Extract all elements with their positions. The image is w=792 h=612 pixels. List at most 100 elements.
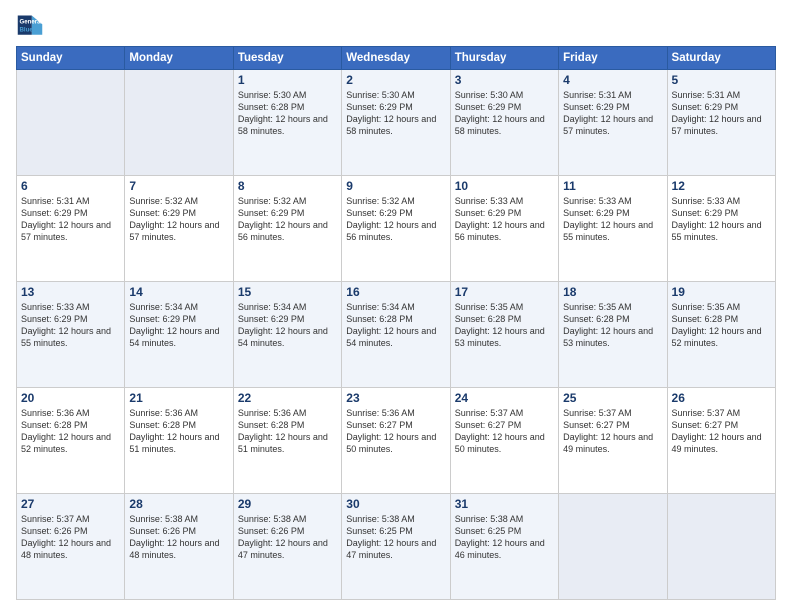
day-number: 31 bbox=[455, 497, 554, 511]
calendar-table: SundayMondayTuesdayWednesdayThursdayFrid… bbox=[16, 46, 776, 600]
day-number: 24 bbox=[455, 391, 554, 405]
day-info: Sunrise: 5:38 AM Sunset: 6:25 PM Dayligh… bbox=[346, 513, 445, 562]
day-info: Sunrise: 5:37 AM Sunset: 6:27 PM Dayligh… bbox=[672, 407, 771, 456]
day-info: Sunrise: 5:30 AM Sunset: 6:28 PM Dayligh… bbox=[238, 89, 337, 138]
day-info: Sunrise: 5:36 AM Sunset: 6:28 PM Dayligh… bbox=[238, 407, 337, 456]
day-number: 30 bbox=[346, 497, 445, 511]
day-info: Sunrise: 5:33 AM Sunset: 6:29 PM Dayligh… bbox=[21, 301, 120, 350]
day-info: Sunrise: 5:30 AM Sunset: 6:29 PM Dayligh… bbox=[346, 89, 445, 138]
day-number: 11 bbox=[563, 179, 662, 193]
calendar-cell: 10 Sunrise: 5:33 AM Sunset: 6:29 PM Dayli… bbox=[450, 176, 558, 282]
day-number: 25 bbox=[563, 391, 662, 405]
day-info: Sunrise: 5:38 AM Sunset: 6:26 PM Dayligh… bbox=[129, 513, 228, 562]
calendar-week-row: 20 Sunrise: 5:36 AM Sunset: 6:28 PM Dayli… bbox=[17, 388, 776, 494]
weekday-header: Monday bbox=[125, 47, 233, 70]
day-number: 27 bbox=[21, 497, 120, 511]
calendar-cell bbox=[17, 70, 125, 176]
day-number: 14 bbox=[129, 285, 228, 299]
calendar-cell: 1 Sunrise: 5:30 AM Sunset: 6:28 PM Daylig… bbox=[233, 70, 341, 176]
calendar-week-row: 6 Sunrise: 5:31 AM Sunset: 6:29 PM Daylig… bbox=[17, 176, 776, 282]
day-info: Sunrise: 5:36 AM Sunset: 6:27 PM Dayligh… bbox=[346, 407, 445, 456]
day-number: 26 bbox=[672, 391, 771, 405]
day-number: 4 bbox=[563, 73, 662, 87]
calendar-cell bbox=[667, 494, 775, 600]
calendar-cell: 22 Sunrise: 5:36 AM Sunset: 6:28 PM Dayli… bbox=[233, 388, 341, 494]
day-info: Sunrise: 5:34 AM Sunset: 6:29 PM Dayligh… bbox=[238, 301, 337, 350]
header: General Blue bbox=[16, 12, 776, 40]
day-info: Sunrise: 5:38 AM Sunset: 6:25 PM Dayligh… bbox=[455, 513, 554, 562]
day-info: Sunrise: 5:32 AM Sunset: 6:29 PM Dayligh… bbox=[129, 195, 228, 244]
calendar-cell: 17Sunrise: 5:35 AM Sunset: 6:28 PM Dayli… bbox=[450, 282, 558, 388]
day-info: Sunrise: 5:36 AM Sunset: 6:28 PM Dayligh… bbox=[129, 407, 228, 456]
calendar-cell: 20 Sunrise: 5:36 AM Sunset: 6:28 PM Dayli… bbox=[17, 388, 125, 494]
calendar-cell: 7 Sunrise: 5:32 AM Sunset: 6:29 PM Daylig… bbox=[125, 176, 233, 282]
day-number: 7 bbox=[129, 179, 228, 193]
day-number: 23 bbox=[346, 391, 445, 405]
day-number: 22 bbox=[238, 391, 337, 405]
calendar-week-row: 1 Sunrise: 5:30 AM Sunset: 6:28 PM Daylig… bbox=[17, 70, 776, 176]
page: General Blue SundayMondayTuesdayWednesda… bbox=[0, 0, 792, 612]
calendar-cell bbox=[125, 70, 233, 176]
day-info: Sunrise: 5:37 AM Sunset: 6:26 PM Dayligh… bbox=[21, 513, 120, 562]
weekday-header: Friday bbox=[559, 47, 667, 70]
weekday-header: Tuesday bbox=[233, 47, 341, 70]
calendar-cell: 15 Sunrise: 5:34 AM Sunset: 6:29 PM Dayli… bbox=[233, 282, 341, 388]
weekday-header: Saturday bbox=[667, 47, 775, 70]
day-info: Sunrise: 5:32 AM Sunset: 6:29 PM Dayligh… bbox=[238, 195, 337, 244]
day-number: 12 bbox=[672, 179, 771, 193]
calendar-cell: 9 Sunrise: 5:32 AM Sunset: 6:29 PM Daylig… bbox=[342, 176, 450, 282]
day-info: Sunrise: 5:37 AM Sunset: 6:27 PM Dayligh… bbox=[455, 407, 554, 456]
calendar-cell: 31 Sunrise: 5:38 AM Sunset: 6:25 PM Dayli… bbox=[450, 494, 558, 600]
day-info: Sunrise: 5:31 AM Sunset: 6:29 PM Dayligh… bbox=[21, 195, 120, 244]
calendar-cell: 12Sunrise: 5:33 AM Sunset: 6:29 PM Dayli… bbox=[667, 176, 775, 282]
weekday-header: Wednesday bbox=[342, 47, 450, 70]
day-number: 28 bbox=[129, 497, 228, 511]
logo-icon: General Blue bbox=[16, 12, 44, 40]
day-number: 20 bbox=[21, 391, 120, 405]
calendar-week-row: 13 Sunrise: 5:33 AM Sunset: 6:29 PM Dayli… bbox=[17, 282, 776, 388]
day-number: 3 bbox=[455, 73, 554, 87]
calendar-cell: 28 Sunrise: 5:38 AM Sunset: 6:26 PM Dayli… bbox=[125, 494, 233, 600]
day-number: 8 bbox=[238, 179, 337, 193]
calendar-cell bbox=[559, 494, 667, 600]
calendar-cell: 21Sunrise: 5:36 AM Sunset: 6:28 PM Dayli… bbox=[125, 388, 233, 494]
day-number: 15 bbox=[238, 285, 337, 299]
day-info: Sunrise: 5:38 AM Sunset: 6:26 PM Dayligh… bbox=[238, 513, 337, 562]
weekday-header: Sunday bbox=[17, 47, 125, 70]
day-info: Sunrise: 5:35 AM Sunset: 6:28 PM Dayligh… bbox=[455, 301, 554, 350]
day-info: Sunrise: 5:34 AM Sunset: 6:29 PM Dayligh… bbox=[129, 301, 228, 350]
calendar-cell: 27 Sunrise: 5:37 AM Sunset: 6:26 PM Dayli… bbox=[17, 494, 125, 600]
weekday-header: Thursday bbox=[450, 47, 558, 70]
day-info: Sunrise: 5:31 AM Sunset: 6:29 PM Dayligh… bbox=[563, 89, 662, 138]
day-info: Sunrise: 5:35 AM Sunset: 6:28 PM Dayligh… bbox=[563, 301, 662, 350]
day-number: 13 bbox=[21, 285, 120, 299]
day-info: Sunrise: 5:33 AM Sunset: 6:29 PM Dayligh… bbox=[455, 195, 554, 244]
calendar-cell: 18Sunrise: 5:35 AM Sunset: 6:28 PM Dayli… bbox=[559, 282, 667, 388]
calendar-cell: 25 Sunrise: 5:37 AM Sunset: 6:27 PM Dayli… bbox=[559, 388, 667, 494]
logo: General Blue bbox=[16, 12, 44, 40]
calendar-cell: 5 Sunrise: 5:31 AM Sunset: 6:29 PM Daylig… bbox=[667, 70, 775, 176]
calendar-cell: 11 Sunrise: 5:33 AM Sunset: 6:29 PM Dayli… bbox=[559, 176, 667, 282]
calendar-cell: 23 Sunrise: 5:36 AM Sunset: 6:27 PM Dayli… bbox=[342, 388, 450, 494]
day-info: Sunrise: 5:33 AM Sunset: 6:29 PM Dayligh… bbox=[563, 195, 662, 244]
calendar-cell: 6 Sunrise: 5:31 AM Sunset: 6:29 PM Daylig… bbox=[17, 176, 125, 282]
calendar-cell: 24 Sunrise: 5:37 AM Sunset: 6:27 PM Dayli… bbox=[450, 388, 558, 494]
calendar-cell: 2 Sunrise: 5:30 AM Sunset: 6:29 PM Daylig… bbox=[342, 70, 450, 176]
day-info: Sunrise: 5:31 AM Sunset: 6:29 PM Dayligh… bbox=[672, 89, 771, 138]
svg-text:Blue: Blue bbox=[20, 26, 34, 33]
day-number: 2 bbox=[346, 73, 445, 87]
weekday-header-row: SundayMondayTuesdayWednesdayThursdayFrid… bbox=[17, 47, 776, 70]
day-number: 9 bbox=[346, 179, 445, 193]
calendar-cell: 13 Sunrise: 5:33 AM Sunset: 6:29 PM Dayli… bbox=[17, 282, 125, 388]
day-number: 10 bbox=[455, 179, 554, 193]
day-info: Sunrise: 5:36 AM Sunset: 6:28 PM Dayligh… bbox=[21, 407, 120, 456]
day-info: Sunrise: 5:37 AM Sunset: 6:27 PM Dayligh… bbox=[563, 407, 662, 456]
day-info: Sunrise: 5:35 AM Sunset: 6:28 PM Dayligh… bbox=[672, 301, 771, 350]
day-number: 5 bbox=[672, 73, 771, 87]
day-number: 1 bbox=[238, 73, 337, 87]
day-number: 6 bbox=[21, 179, 120, 193]
day-info: Sunrise: 5:34 AM Sunset: 6:28 PM Dayligh… bbox=[346, 301, 445, 350]
day-number: 16 bbox=[346, 285, 445, 299]
calendar-cell: 8 Sunrise: 5:32 AM Sunset: 6:29 PM Daylig… bbox=[233, 176, 341, 282]
day-info: Sunrise: 5:32 AM Sunset: 6:29 PM Dayligh… bbox=[346, 195, 445, 244]
